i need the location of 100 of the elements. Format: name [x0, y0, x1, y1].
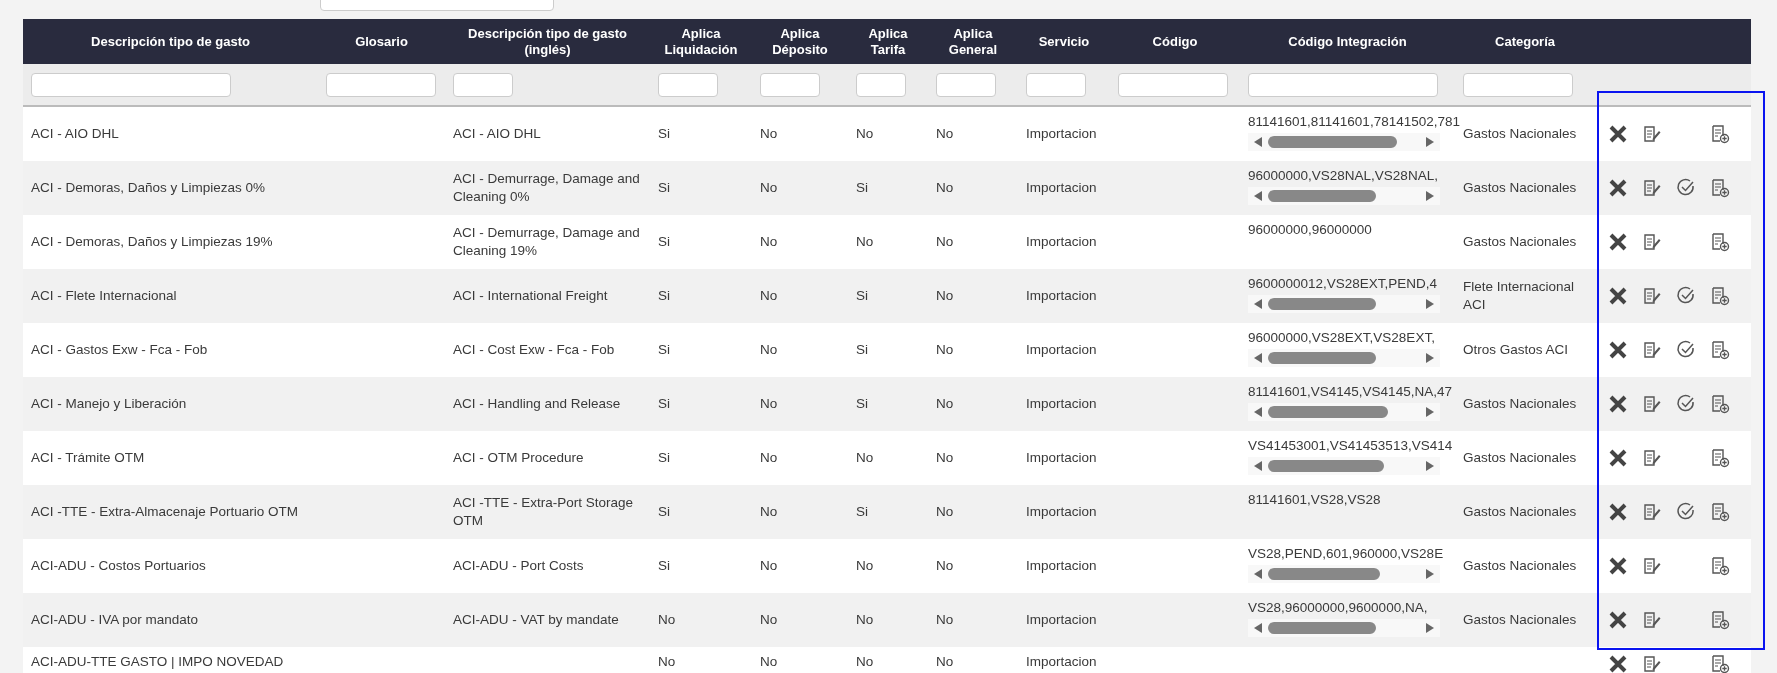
table-cell-text: Si	[658, 503, 671, 521]
table-cell-text: Importacion	[1026, 449, 1098, 467]
table-cell-text: No	[760, 653, 779, 671]
table-cell-text: No	[936, 611, 955, 629]
add-document-icon[interactable]	[1709, 123, 1731, 145]
edit-document-icon[interactable]	[1641, 555, 1663, 577]
add-document-icon[interactable]	[1709, 393, 1731, 415]
delete-icon[interactable]	[1607, 177, 1629, 199]
table-cell-text: Importacion	[1026, 287, 1098, 305]
horizontal-scrollbar[interactable]	[1248, 619, 1440, 637]
column-filter-field[interactable]	[453, 72, 513, 97]
column-header: Descripción tipo de gasto	[23, 19, 318, 64]
scroll-left-icon[interactable]	[1254, 353, 1262, 363]
horizontal-scrollbar[interactable]	[1248, 295, 1440, 313]
delete-icon[interactable]	[1607, 501, 1629, 523]
table-cell-text: Importacion	[1026, 233, 1098, 251]
table-cell-text: Si	[658, 449, 671, 467]
delete-icon[interactable]	[1607, 609, 1629, 631]
edit-document-icon[interactable]	[1641, 177, 1663, 199]
column-filter-field[interactable]	[856, 72, 906, 97]
table-cell-text: Importacion	[1026, 611, 1098, 629]
scroll-left-icon[interactable]	[1254, 461, 1262, 471]
add-document-icon[interactable]	[1709, 609, 1731, 631]
column-filter-field[interactable]	[326, 72, 436, 97]
scroll-right-icon[interactable]	[1426, 461, 1434, 471]
horizontal-scrollbar[interactable]	[1248, 457, 1440, 475]
add-document-icon[interactable]	[1709, 285, 1731, 307]
table-cell-text: ACI-ADU-TTE GASTO | IMPO NOVEDAD	[31, 653, 285, 671]
column-header: Categoría	[1455, 19, 1595, 64]
edit-document-icon[interactable]	[1641, 123, 1663, 145]
edit-document-icon[interactable]	[1641, 393, 1663, 415]
table-cell-text: Si	[658, 233, 671, 251]
add-document-icon[interactable]	[1709, 501, 1731, 523]
add-document-icon[interactable]	[1709, 339, 1731, 361]
delete-icon[interactable]	[1607, 393, 1629, 415]
scroll-left-icon[interactable]	[1254, 299, 1262, 309]
scroll-right-icon[interactable]	[1426, 353, 1434, 363]
edit-document-icon[interactable]	[1641, 339, 1663, 361]
table-cell-text: Gastos Nacionales	[1463, 611, 1578, 629]
table-cell-text: No	[936, 233, 955, 251]
edit-document-icon[interactable]	[1641, 501, 1663, 523]
table-cell-text: No	[760, 449, 779, 467]
add-document-icon[interactable]	[1709, 653, 1731, 673]
delete-icon[interactable]	[1607, 339, 1629, 361]
scroll-right-icon[interactable]	[1426, 191, 1434, 201]
table-cell-text: Gastos Nacionales	[1463, 557, 1578, 575]
table-cell-text: Si	[856, 395, 869, 413]
table-cell-text: Importacion	[1026, 125, 1098, 143]
edit-document-icon[interactable]	[1641, 609, 1663, 631]
table-cell-text: ACI-ADU - VAT by mandate	[453, 611, 620, 629]
column-filter-field[interactable]	[936, 72, 996, 97]
scroll-left-icon[interactable]	[1254, 191, 1262, 201]
delete-icon[interactable]	[1607, 555, 1629, 577]
add-document-icon[interactable]	[1709, 231, 1731, 253]
scroll-left-icon[interactable]	[1254, 137, 1262, 147]
edit-document-icon[interactable]	[1641, 285, 1663, 307]
add-document-icon[interactable]	[1709, 555, 1731, 577]
column-header: Aplica Liquidación	[650, 19, 752, 64]
table-cell-text: ACI -TTE - Extra-Port Storage OTM	[453, 494, 635, 530]
table-cell-text: Gastos Nacionales	[1463, 233, 1578, 251]
column-filter-field[interactable]	[760, 72, 820, 97]
table-cell-text: ACI - AIO DHL	[453, 125, 542, 143]
edit-document-icon[interactable]	[1641, 653, 1663, 673]
scroll-right-icon[interactable]	[1426, 299, 1434, 309]
horizontal-scrollbar[interactable]	[1248, 349, 1440, 367]
table-cell-text: No	[936, 287, 955, 305]
column-filter-field[interactable]	[1248, 72, 1438, 97]
scroll-left-icon[interactable]	[1254, 623, 1262, 633]
horizontal-scrollbar[interactable]	[1248, 565, 1440, 583]
delete-icon[interactable]	[1607, 653, 1629, 673]
column-filter-field[interactable]	[658, 72, 718, 97]
delete-icon[interactable]	[1607, 123, 1629, 145]
horizontal-scrollbar[interactable]	[1248, 403, 1440, 421]
table-cell-text: ACI -TTE - Extra-Almacenaje Portuario OTM	[31, 503, 300, 521]
add-document-icon[interactable]	[1709, 177, 1731, 199]
table-cell-text: ACI - Demurrage, Damage and Cleaning 19%	[453, 224, 641, 260]
scroll-right-icon[interactable]	[1426, 407, 1434, 417]
scroll-right-icon[interactable]	[1426, 137, 1434, 147]
add-document-icon[interactable]	[1709, 447, 1731, 469]
scroll-left-icon[interactable]	[1254, 407, 1262, 417]
table-cell-text: No	[856, 233, 875, 251]
delete-icon[interactable]	[1607, 447, 1629, 469]
table-cell-text: No	[760, 557, 779, 575]
scroll-right-icon[interactable]	[1426, 623, 1434, 633]
edit-document-icon[interactable]	[1641, 231, 1663, 253]
column-filter-field[interactable]	[31, 72, 231, 97]
scroll-right-icon[interactable]	[1426, 569, 1434, 579]
table-cell-text: No	[760, 179, 779, 197]
column-filter-field[interactable]	[1463, 72, 1573, 97]
scroll-left-icon[interactable]	[1254, 569, 1262, 579]
horizontal-scrollbar[interactable]	[1248, 133, 1440, 151]
table-cell-text: No	[760, 233, 779, 251]
delete-icon[interactable]	[1607, 231, 1629, 253]
delete-icon[interactable]	[1607, 285, 1629, 307]
horizontal-scrollbar[interactable]	[1248, 187, 1440, 205]
integration-code: VS41453001,VS41453513,VS414	[1248, 437, 1453, 455]
table-cell-text: Flete Internacional ACI	[1463, 278, 1576, 314]
edit-document-icon[interactable]	[1641, 447, 1663, 469]
column-filter-field[interactable]	[1026, 72, 1086, 97]
column-filter-field[interactable]	[1118, 72, 1228, 97]
